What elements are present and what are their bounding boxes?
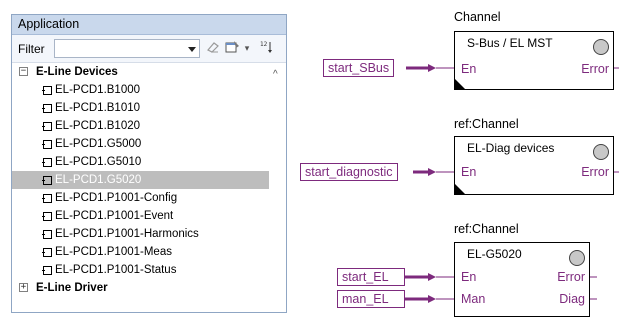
- variable-man-el[interactable]: man_EL: [337, 290, 405, 308]
- block-corner-marker: [455, 79, 465, 89]
- output-pin-diag[interactable]: Diag: [559, 292, 585, 306]
- block-type-label: ref:Channel: [454, 222, 519, 236]
- block-name: EL-G5020: [467, 247, 522, 261]
- variable-start-el[interactable]: start_EL: [337, 268, 405, 286]
- block-type-label: ref:Channel: [454, 117, 519, 131]
- input-pin-man[interactable]: Man: [461, 292, 485, 306]
- input-pin-en[interactable]: En: [461, 165, 476, 179]
- arrow-icon: [428, 295, 436, 303]
- function-block-sbus[interactable]: S-Bus / EL MST En Error: [454, 31, 614, 90]
- block-name: S-Bus / EL MST: [467, 36, 553, 50]
- input-pin-en[interactable]: En: [461, 270, 476, 284]
- arrow-icon: [428, 168, 436, 176]
- status-led-icon: [593, 39, 609, 55]
- block-name: EL-Diag devices: [467, 141, 555, 155]
- function-block-diag[interactable]: EL-Diag devices En Error: [454, 136, 614, 195]
- input-pin-en[interactable]: En: [461, 62, 476, 76]
- variable-start-sbus[interactable]: start_SBus: [323, 59, 395, 77]
- arrow-icon: [428, 273, 436, 281]
- output-pin-error[interactable]: Error: [581, 165, 609, 179]
- variable-start-diagnostic[interactable]: start_diagnostic: [300, 163, 398, 181]
- function-block-g5020[interactable]: EL-G5020 En Man Error Diag: [454, 242, 590, 317]
- status-led-icon: [569, 250, 585, 266]
- output-pin-error[interactable]: Error: [581, 62, 609, 76]
- status-led-icon: [593, 144, 609, 160]
- block-corner-marker: [455, 184, 465, 194]
- output-pin-error[interactable]: Error: [557, 270, 585, 284]
- block-type-label: Channel: [454, 10, 501, 24]
- arrow-icon: [428, 64, 436, 72]
